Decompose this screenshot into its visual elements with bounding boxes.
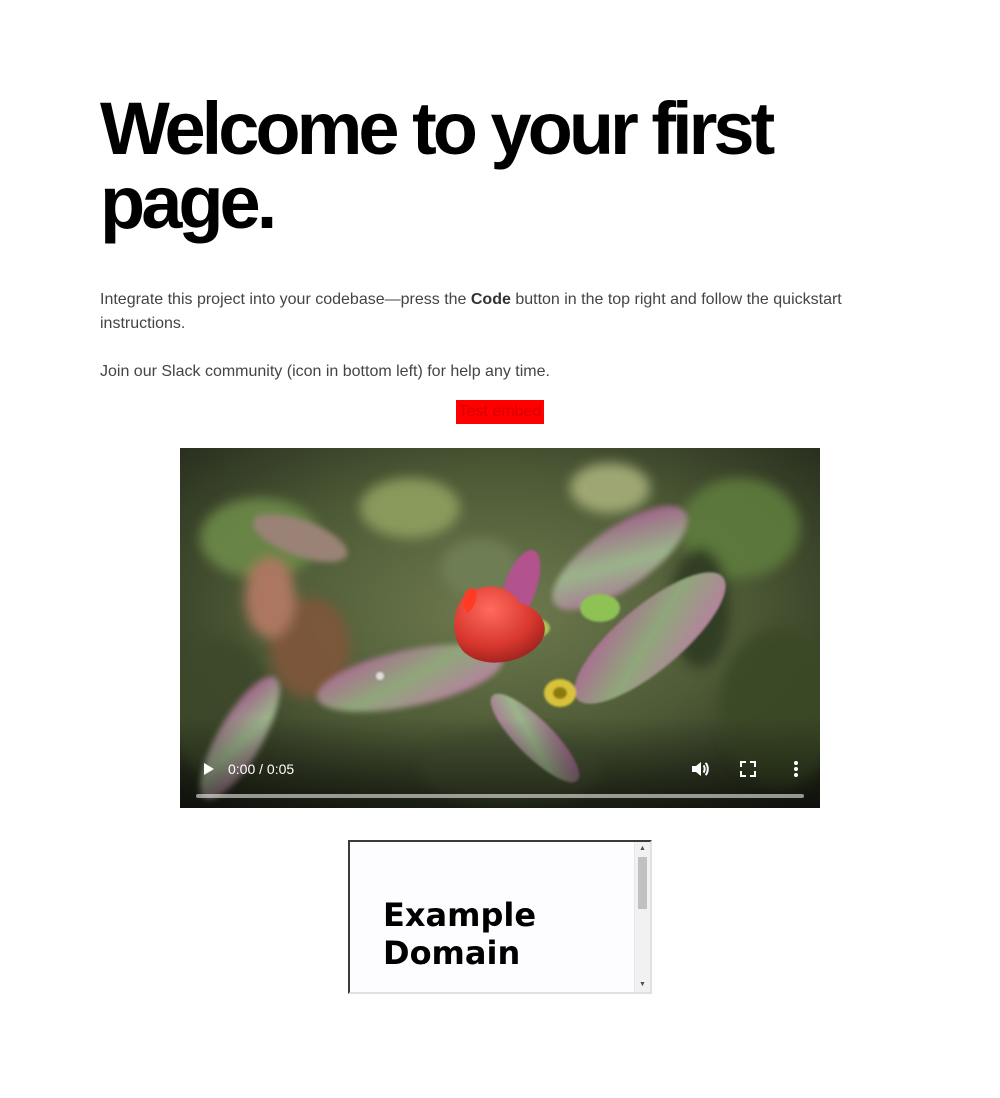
play-button[interactable] bbox=[196, 757, 220, 781]
page: Welcome to your first page. Integrate th… bbox=[0, 0, 1000, 1098]
volume-button[interactable] bbox=[688, 757, 712, 781]
video-player[interactable]: 0:00 / 0:05 bbox=[180, 448, 820, 808]
scroll-down-arrow-icon[interactable]: ▼ bbox=[635, 978, 650, 992]
intro-text-before: Integrate this project into your codebas… bbox=[100, 291, 471, 308]
embedded-frame-content: Example Domain bbox=[350, 842, 636, 992]
code-keyword: Code bbox=[470, 291, 511, 308]
embedded-frame[interactable]: Example Domain ▲ ▼ bbox=[348, 840, 652, 994]
fullscreen-icon bbox=[740, 761, 756, 777]
play-icon bbox=[204, 763, 214, 775]
video-progress-bar[interactable] bbox=[196, 794, 804, 798]
volume-icon bbox=[692, 762, 709, 776]
scrollbar-thumb[interactable] bbox=[638, 857, 647, 909]
test-embed-label: Test embed bbox=[456, 400, 544, 424]
video-controls: 0:00 / 0:05 bbox=[180, 718, 820, 808]
fullscreen-button[interactable] bbox=[736, 757, 760, 781]
more-options-button[interactable] bbox=[784, 757, 808, 781]
time-display: 0:00 / 0:05 bbox=[228, 761, 295, 777]
community-paragraph: Join our Slack community (icon in bottom… bbox=[100, 363, 550, 380]
intro-paragraph: Integrate this project into your codebas… bbox=[100, 288, 910, 336]
page-title: Welcome to your first page. bbox=[100, 87, 775, 244]
frame-scrollbar[interactable]: ▲ ▼ bbox=[634, 842, 650, 992]
scroll-up-arrow-icon[interactable]: ▲ bbox=[635, 842, 650, 856]
more-vertical-icon bbox=[794, 761, 798, 777]
example-domain-heading: Example Domain bbox=[383, 896, 537, 972]
